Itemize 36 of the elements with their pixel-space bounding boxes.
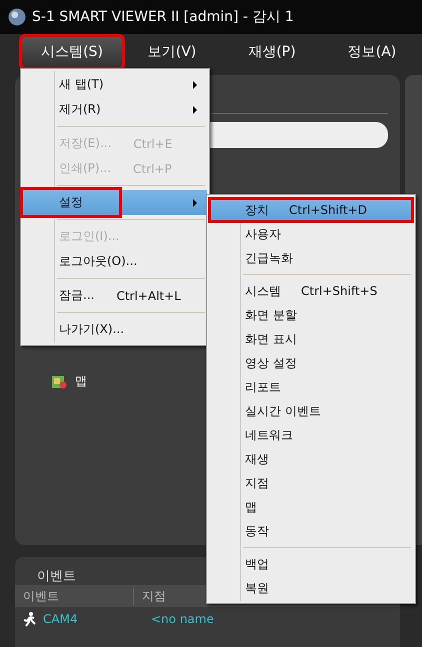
menu-item-label: 실시간 이벤트 xyxy=(245,402,321,420)
menu-item-label: 지점 xyxy=(245,474,269,492)
panel-title: 이벤트 xyxy=(36,568,76,585)
shortcut-text: Ctrl+Shift+D xyxy=(289,203,367,217)
menu-item-label: 영상 설정 xyxy=(245,354,297,372)
window-title: S-1 SMART VIEWER II [admin] - 감시 1 xyxy=(32,8,294,26)
shortcut-text: Ctrl+Shift+S xyxy=(301,284,378,298)
menu-item-label: 잠금... xyxy=(59,287,94,304)
shortcut-text: Ctrl+P xyxy=(133,162,172,176)
column-header: 지점 xyxy=(141,588,166,604)
menu-item-label: 백업 xyxy=(245,556,269,572)
menu-item-label: 저장(E)... xyxy=(59,135,112,152)
menu-item-label: 동작 xyxy=(245,522,269,540)
menu-item-label: 로그인(I)... xyxy=(59,228,120,245)
menu-item-label: 화면 표시 xyxy=(245,330,297,348)
menu-item-label: 화면 분할 xyxy=(245,306,297,324)
menu-item-label: 사용자 xyxy=(245,226,281,242)
menu-item-label: 인쇄(P)... xyxy=(59,160,112,177)
menu-item-label: 나가기(X)... xyxy=(59,321,124,338)
menu-item-label: 리포트 xyxy=(245,378,281,396)
menu-item-label: 새 탭(T) xyxy=(59,76,104,93)
table-cell-text: CAM4 xyxy=(42,612,79,626)
menu-item-label: 장치 xyxy=(245,202,269,218)
menu-item-label: 맵 xyxy=(245,498,257,516)
table-cell-text: <no name xyxy=(150,612,214,626)
menu-item-label: 제거(R) xyxy=(59,101,101,118)
menu-item-label: 설정 xyxy=(23,190,119,215)
menu-item-label: 복원 xyxy=(245,580,269,596)
menu-item-label: 네트워크 xyxy=(245,426,293,444)
menu-item-label: 긴급녹화 xyxy=(245,250,293,266)
shortcut-text: Ctrl+E xyxy=(133,136,172,150)
column-header: 이벤트 xyxy=(15,588,134,604)
menu-item-label: 시스템 xyxy=(245,282,281,300)
shortcut-text: Ctrl+Alt+L xyxy=(116,288,181,302)
menu-item-label: 로그아웃(O)... xyxy=(59,253,138,270)
menu-item-label: 재생 xyxy=(245,450,269,468)
